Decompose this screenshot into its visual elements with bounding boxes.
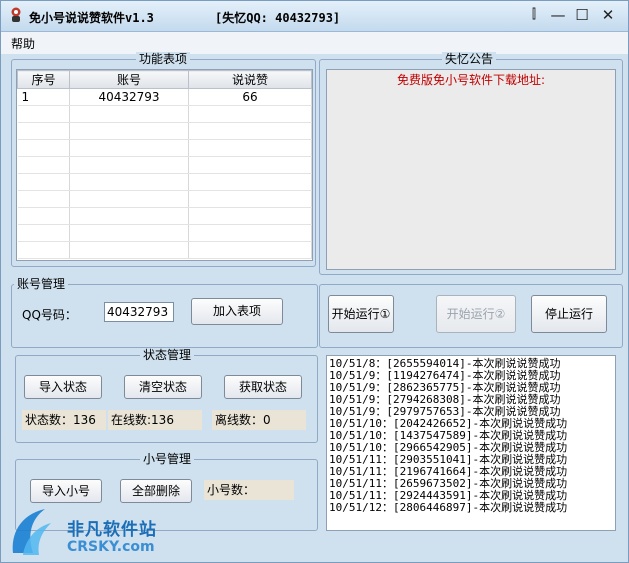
log-line: 10/51/12：[2806446897]-本次刷说说赞成功 — [329, 501, 568, 514]
delete-all-button[interactable]: 全部删除 — [120, 479, 192, 503]
fetch-status-button[interactable]: 获取状态 — [224, 375, 302, 399]
function-table-legend: 功能表项 — [136, 52, 191, 66]
column-header-index[interactable]: 序号 — [17, 70, 70, 89]
notice-text: 免费版免小号软件下载地址: — [396, 73, 546, 87]
menu-bar: 帮助 — [1, 32, 628, 54]
title-bar[interactable]: 免小号说说赞软件v1.3 [失忆QQ: 40432793] ⫿ — ☐ ✕ — [1, 1, 628, 32]
notice-group: 失忆公告 免费版免小号软件下载地址: — [319, 52, 623, 275]
maximize-button[interactable]: ☐ — [571, 5, 593, 25]
column-header-likes[interactable]: 说说赞 — [188, 70, 312, 89]
small-account-legend: 小号管理 — [140, 452, 195, 466]
status-mgmt-group: 状态管理 导入状态 清空状态 获取状态 状态数：136 在线数:136 离线数：… — [15, 348, 318, 443]
start-run-1-button[interactable]: 开始运行① — [328, 295, 394, 333]
clear-status-button[interactable]: 清空状态 — [124, 375, 202, 399]
pin-icon[interactable]: ⫿ — [523, 5, 545, 25]
column-header-account[interactable]: 账号 — [69, 70, 189, 89]
run-control-group: 开始运行① 开始运行② 停止运行 — [319, 284, 623, 348]
window-title: 免小号说说赞软件v1.3 — [29, 11, 154, 25]
cell-account: 40432793 — [69, 88, 189, 106]
function-table-group: 功能表项 序号 账号 说说赞 1 40432793 66 — [11, 52, 316, 267]
account-mgmt-group: 账号管理 QQ号码： 加入表项 — [11, 277, 318, 348]
close-button[interactable]: ✕ — [597, 5, 619, 25]
add-to-table-button[interactable]: 加入表项 — [191, 298, 283, 325]
watermark-cn: 非凡软件站 — [67, 520, 157, 540]
account-table[interactable]: 序号 账号 说说赞 1 40432793 66 — [16, 69, 313, 261]
account-table-grid: 序号 账号 说说赞 1 40432793 66 — [17, 70, 312, 259]
notice-box: 免费版免小号软件下载地址: — [326, 69, 616, 270]
watermark-en: CRSKY.com — [67, 539, 155, 555]
cell-likes: 66 — [188, 88, 312, 106]
qq-number-label: QQ号码： — [22, 308, 77, 322]
import-status-button[interactable]: 导入状态 — [24, 375, 102, 399]
small-account-count: 小号数： — [204, 480, 294, 500]
cell-index: 1 — [17, 88, 70, 106]
status-mgmt-legend: 状态管理 — [140, 348, 195, 362]
qq-number-input[interactable] — [104, 302, 174, 322]
import-small-account-button[interactable]: 导入小号 — [30, 479, 102, 503]
app-icon — [11, 7, 21, 22]
offline-count: 离线数：0 — [212, 410, 306, 430]
start-run-2-button[interactable]: 开始运行② — [436, 295, 516, 333]
menu-help[interactable]: 帮助 — [11, 35, 35, 52]
status-count: 状态数：136 — [22, 410, 106, 430]
stop-run-button[interactable]: 停止运行 — [531, 295, 607, 333]
account-mgmt-legend: 账号管理 — [14, 277, 69, 291]
minimize-button[interactable]: — — [547, 5, 569, 25]
online-count: 在线数:136 — [108, 410, 202, 430]
crsky-watermark: 非凡软件站 CRSKY.com — [1, 501, 171, 562]
app-window: 免小号说说赞软件v1.3 [失忆QQ: 40432793] ⫿ — ☐ ✕ 帮助… — [0, 0, 629, 563]
crsky-logo-icon — [12, 509, 51, 555]
log-panel[interactable]: 10/51/8：[2655594014]-本次刷说说赞成功 10/51/9：[1… — [326, 355, 616, 531]
table-row[interactable]: 1 40432793 66 — [17, 88, 312, 106]
notice-legend: 失忆公告 — [442, 52, 497, 66]
window-qq-tag: [失忆QQ: 40432793] — [215, 11, 341, 25]
